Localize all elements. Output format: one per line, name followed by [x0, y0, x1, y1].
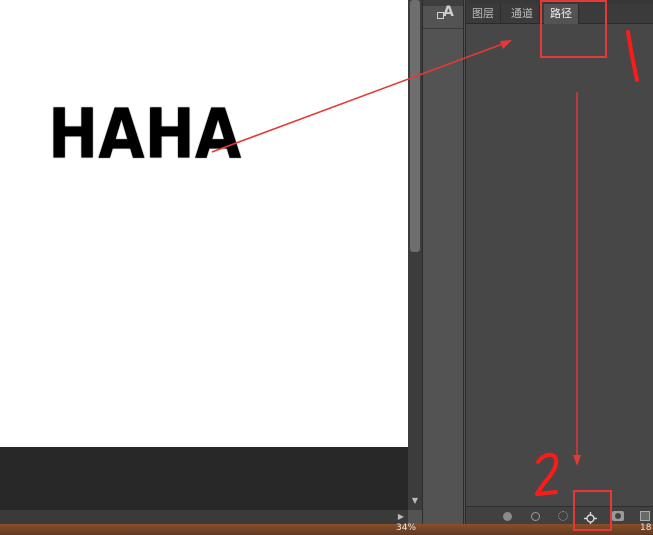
- dock-divider: [423, 28, 463, 29]
- horizontal-scrollbar[interactable]: ▶: [0, 510, 408, 524]
- zoom-level[interactable]: 34%: [396, 523, 416, 533]
- annotation-box-make-path-button: [573, 490, 612, 531]
- tab-channels[interactable]: 通道: [505, 4, 540, 24]
- vertical-scrollbar[interactable]: ▼: [408, 0, 422, 510]
- load-selection-icon[interactable]: [558, 511, 568, 521]
- collapsed-panel-dock: A: [422, 0, 464, 524]
- paths-list: [466, 25, 653, 506]
- scroll-right-icon[interactable]: ▶: [396, 512, 406, 522]
- stroke-path-icon[interactable]: [531, 512, 540, 521]
- character-letter: A: [443, 4, 454, 20]
- character-panel-icon[interactable]: A: [435, 4, 457, 23]
- new-path-icon[interactable]: [640, 511, 650, 521]
- status-info: 18: [640, 523, 652, 533]
- scroll-down-icon[interactable]: ▼: [410, 496, 420, 506]
- status-bar: 34% 18: [0, 523, 653, 535]
- document-canvas[interactable]: HAHA: [0, 0, 408, 447]
- fill-path-icon[interactable]: [503, 512, 512, 521]
- vertical-scroll-thumb[interactable]: [410, 0, 420, 252]
- canvas-text-layer[interactable]: HAHA: [48, 100, 241, 169]
- add-mask-icon[interactable]: [612, 511, 624, 521]
- pasteboard: [0, 447, 408, 510]
- annotation-box-paths-tab: [540, 0, 607, 58]
- paths-panel: 图层 通道 路径: [465, 0, 653, 525]
- photoshop-window: HAHA ▼ ▶ A 图层 通道 路径 34% 18: [0, 0, 653, 535]
- tab-layers[interactable]: 图层: [466, 4, 501, 24]
- panel-footer: [466, 506, 653, 525]
